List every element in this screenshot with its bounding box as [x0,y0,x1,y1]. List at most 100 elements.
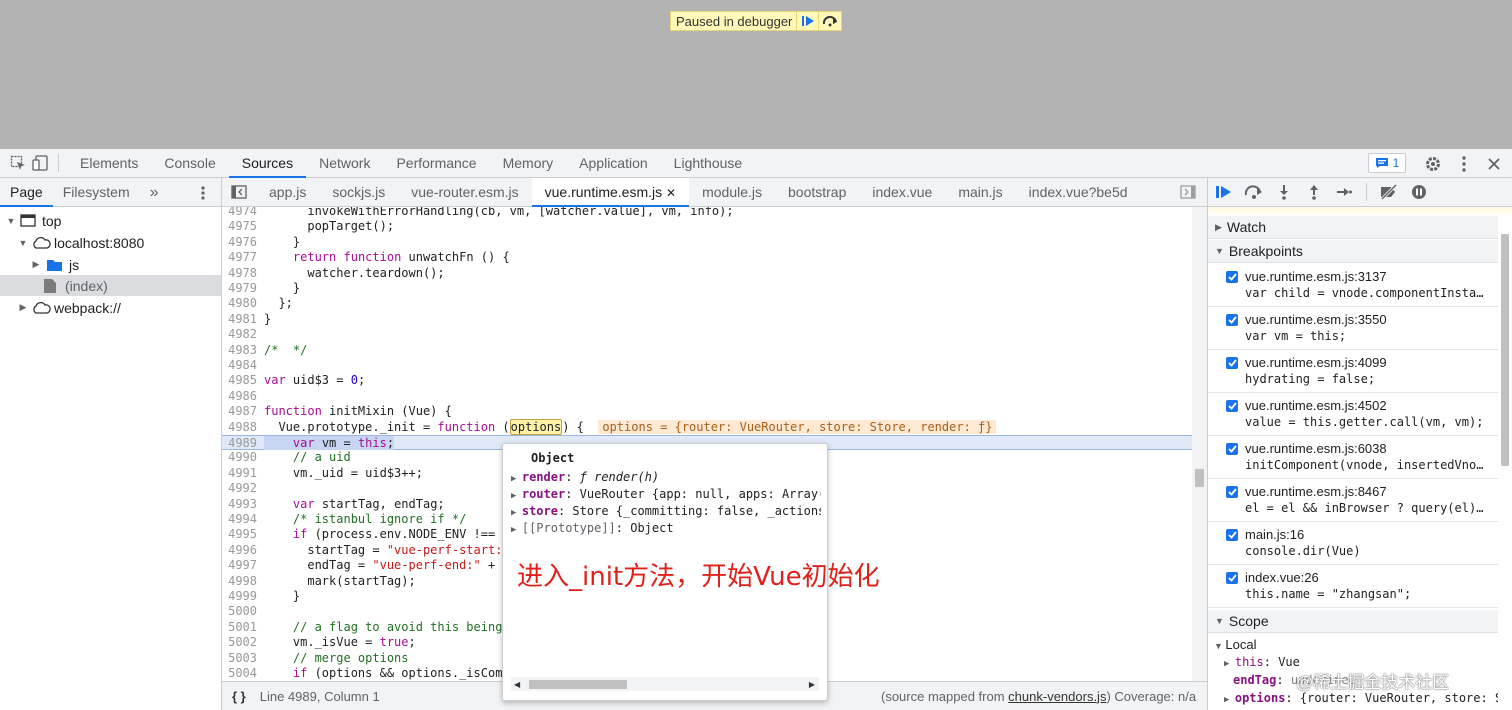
checkbox-checked-icon[interactable] [1226,486,1238,498]
code-line: 4976 } [228,234,301,249]
step-icon [1337,188,1352,196]
file-tab-app-js[interactable]: app.js [256,178,319,207]
device-toolbar-icon[interactable] [30,153,50,173]
prop-prototype[interactable]: ▶ [[Prototype]]: Object [511,521,821,535]
breakpoint-item[interactable]: vue.runtime.esm.js:4502 value = this.gett… [1208,393,1498,436]
tab-application[interactable]: Application [566,149,661,178]
breakpoint-item[interactable]: vue.runtime.esm.js:3550 var vm = this; [1208,307,1498,350]
toggle-debugger-icon[interactable] [1180,185,1196,202]
scroll-right-icon[interactable]: ▶ [809,680,815,689]
gear-icon[interactable] [1423,154,1443,174]
checkbox-checked-icon[interactable] [1226,357,1238,369]
tab-performance[interactable]: Performance [383,149,489,178]
paused-text: Paused in debugger [676,13,793,29]
file-tab-vue-runtime[interactable]: vue.runtime.esm.js ✕ [531,177,690,207]
scrollbar-thumb[interactable] [1501,234,1509,466]
nav-tab-filesystem[interactable]: Filesystem [53,178,140,207]
tree-label-index: (index) [65,277,108,294]
tree-item-top[interactable]: ▼ top [0,210,221,231]
scope-var-this[interactable]: ▶ this: Vue [1224,655,1300,669]
popover-scrollbar[interactable]: ◀ ▶ [511,677,819,691]
step-over-button[interactable] [1244,182,1264,202]
code-line: 4988 Vue.prototype._init = function (opt… [222,418,1192,435]
navigator-tabs: Page Filesystem » [0,178,221,207]
local-scope-header[interactable]: ▼ Local [1214,637,1257,652]
pause-on-exceptions-button[interactable] [1409,182,1429,202]
breakpoints-section-header[interactable]: ▼ Breakpoints [1208,240,1498,263]
paused-banner: Paused in debugger [670,11,842,31]
breakpoint-item[interactable]: index.vue:26 this.name = "zhangsan"; [1208,565,1498,608]
prop-store[interactable]: ▶ store: Store {_committing: false, _act… [511,504,821,518]
tab-memory[interactable]: Memory [490,149,567,178]
scrollbar-thumb[interactable] [1195,469,1204,487]
nav-tab-page[interactable]: Page [0,178,53,207]
folder-icon [47,259,62,271]
source-map-link[interactable]: chunk-vendors.js [1008,689,1106,704]
tree-item-js[interactable]: ▶ js [0,254,221,275]
tree-item-index[interactable]: (index) [0,275,221,296]
file-tab-module-js[interactable]: module.js [689,178,775,207]
step-over-icon [1244,185,1262,199]
tree-item-localhost[interactable]: ▼ localhost:8080 [0,232,221,253]
inspect-element-icon[interactable] [8,153,28,173]
breakpoint-item[interactable]: vue.runtime.esm.js:6038 initComponent(vno… [1208,436,1498,479]
more-tabs-icon[interactable]: » [140,178,169,207]
checkbox-checked-icon[interactable] [1226,271,1238,283]
toggle-navigator-icon[interactable] [222,185,256,199]
source-map-info: (source mapped from chunk-vendors.js) Co… [881,688,1197,704]
step-over-button[interactable] [818,12,840,30]
step-out-button[interactable] [1304,182,1324,202]
checkbox-checked-icon[interactable] [1226,314,1238,326]
code-line: 4979 } [228,281,301,295]
tab-network[interactable]: Network [306,149,383,178]
step-button[interactable] [1334,182,1354,202]
tab-lighthouse[interactable]: Lighthouse [661,149,756,178]
scrollbar-thumb[interactable] [529,680,627,689]
more-options-icon[interactable] [1454,154,1474,174]
breakpoint-item[interactable]: vue.runtime.esm.js:3137 var child = vnode… [1208,264,1498,307]
breakpoint-item[interactable]: main.js:16 console.dir(Vue) [1208,522,1498,565]
issues-button[interactable]: 1 [1368,153,1406,173]
tab-elements[interactable]: Elements [67,149,151,178]
navigator-menu-icon[interactable] [201,186,205,203]
cloud-icon [33,301,51,314]
file-tab-bootstrap[interactable]: bootstrap [775,178,859,207]
resume-button[interactable] [796,12,818,30]
resume-icon [801,16,814,26]
file-tab-sockjs[interactable]: sockjs.js [319,178,398,207]
breakpoint-item[interactable]: vue.runtime.esm.js:8467 el = el && inBrow… [1208,479,1498,522]
deactivate-breakpoints-button[interactable] [1379,182,1399,202]
tree-item-webpack[interactable]: ▶ webpack:// [0,297,221,318]
scope-section-header[interactable]: ▼ Scope [1208,610,1498,633]
editor-scrollbar[interactable] [1192,207,1207,681]
checkbox-checked-icon[interactable] [1226,572,1238,584]
prop-render[interactable]: ▶ render: ƒ render(h) [511,470,821,484]
resume-button[interactable] [1214,182,1234,202]
tab-sources[interactable]: Sources [228,149,307,178]
step-into-button[interactable] [1274,182,1294,202]
pretty-print-icon[interactable]: { } [232,689,246,704]
checkbox-checked-icon[interactable] [1226,443,1238,455]
watch-label: Watch [1226,219,1267,235]
code-line: 4981} [228,311,272,326]
close-icon[interactable] [1484,154,1504,174]
scope-var-options[interactable]: ▶ options: {router: VueRouter, store: S [1224,691,1502,705]
prop-router[interactable]: ▶ router: VueRouter {app: null, apps: Ar… [511,487,821,501]
file-tab-index-vue-be5d[interactable]: index.vue?be5d [1016,178,1141,207]
collapsed-triangle-icon: ▶ [32,259,40,269]
code-line: 4980 }; [228,296,293,311]
sidebar-scrollbar[interactable] [1498,230,1512,710]
scroll-left-icon[interactable]: ◀ [514,680,520,689]
close-tab-icon[interactable]: ✕ [666,186,676,200]
checkbox-checked-icon[interactable] [1226,400,1238,412]
watch-section-header[interactable]: ▶ Watch [1208,216,1498,239]
breakpoint-item[interactable]: vue.runtime.esm.js:4099 hydrating = false… [1208,350,1498,393]
file-tab-vue-router[interactable]: vue-router.esm.js [398,178,531,207]
code-line: 4987 function initMixin (Vue) { [228,404,452,419]
file-tab-main-js[interactable]: main.js [945,178,1015,207]
code-line: 4977 return function unwatchFn () { [228,250,510,265]
expand-triangle-icon: ▼ [1215,616,1224,626]
checkbox-checked-icon[interactable] [1226,529,1238,541]
file-tab-index-vue[interactable]: index.vue [859,178,945,207]
tab-console[interactable]: Console [151,149,228,178]
